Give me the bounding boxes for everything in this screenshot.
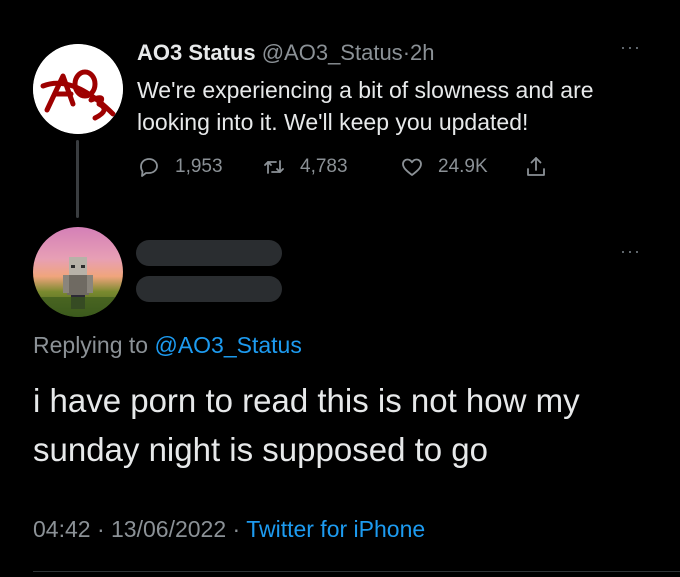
share-button[interactable] [524, 155, 562, 179]
heart-icon [402, 158, 422, 176]
reply-count: 1,953 [175, 156, 223, 177]
ao3-logo-icon [33, 44, 123, 134]
tweet-date[interactable]: 13/06/2022 [111, 516, 226, 542]
tweet-time[interactable]: 2h [410, 40, 434, 65]
more-options-icon[interactable]: ··· [620, 242, 641, 260]
reply-user-avatar[interactable] [33, 227, 123, 317]
thread-connector-line [76, 140, 79, 218]
like-button[interactable]: 24.9K [400, 155, 488, 179]
reply-tweet-text: i have porn to read this is not how my s… [33, 382, 580, 468]
more-options-icon[interactable]: ··· [620, 38, 641, 56]
header-separator: · [402, 40, 411, 65]
user-handle[interactable]: @AO3_Status [262, 40, 403, 65]
display-name[interactable]: AO3 Status [137, 40, 256, 65]
share-icon [527, 157, 545, 176]
tweet-header: AO3 Status @AO3_Status·2h [137, 40, 435, 66]
tweet-source-link[interactable]: Twitter for iPhone [246, 516, 425, 542]
tweet-text: We're experiencing a bit of slowness and… [137, 77, 594, 135]
replying-to-line: Replying to @AO3_Status [33, 332, 302, 359]
redacted-display-name [136, 240, 282, 266]
replying-mention-link[interactable]: @AO3_Status [154, 332, 301, 358]
tweet-timestamp[interactable]: 04:42 [33, 516, 91, 542]
minecraft-character-image [33, 257, 123, 317]
meta-separator-2: · [232, 516, 241, 542]
reply-icon [140, 158, 158, 177]
retweet-icon [264, 160, 284, 174]
tweet-actions: 1,953 4,783 24.9K [137, 155, 567, 185]
retweet-count: 4,783 [300, 156, 348, 177]
like-count: 24.9K [438, 156, 488, 177]
ao3-status-avatar[interactable] [33, 44, 123, 134]
meta-separator-1: · [96, 516, 105, 542]
divider [33, 571, 680, 572]
redacted-handle [136, 276, 282, 302]
tweet-metadata: 04:42 · 13/06/2022 · Twitter for iPhone [33, 516, 425, 543]
retweet-button[interactable]: 4,783 [262, 155, 348, 179]
reply-button[interactable]: 1,953 [137, 155, 223, 179]
replying-prefix: Replying to [33, 332, 149, 358]
